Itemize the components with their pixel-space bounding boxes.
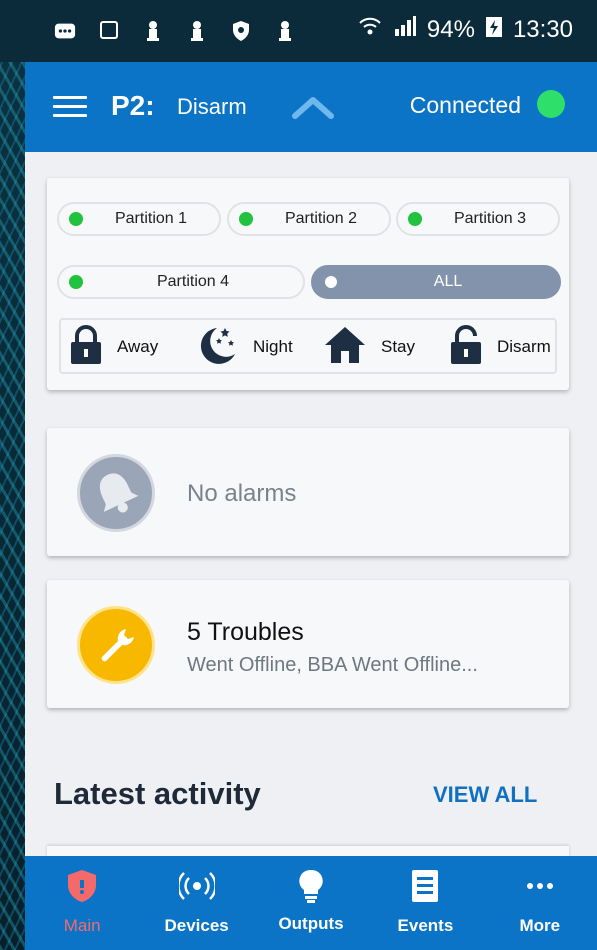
battery-icon bbox=[485, 14, 503, 45]
chevron-up-icon[interactable] bbox=[291, 92, 335, 120]
status-dot bbox=[69, 212, 83, 226]
view-all-link[interactable]: VIEW ALL bbox=[433, 782, 537, 808]
night-label: Night bbox=[253, 337, 293, 356]
connection-indicator bbox=[537, 90, 565, 118]
arm-mode-bar: Away Night Stay Disarm bbox=[59, 318, 557, 374]
devices-icon bbox=[176, 868, 217, 904]
nav-label: Events bbox=[397, 916, 454, 935]
all-partitions-button[interactable]: ALL bbox=[311, 265, 561, 299]
chess-icon bbox=[186, 20, 208, 42]
status-dot bbox=[69, 275, 83, 289]
partition-label: Partition 4 bbox=[156, 273, 230, 290]
more-icon bbox=[522, 868, 558, 904]
stay-button[interactable]: Stay bbox=[323, 324, 415, 370]
partition-2-button[interactable]: Partition 2 bbox=[227, 202, 391, 236]
nav-main[interactable]: Main bbox=[25, 856, 139, 950]
shield-icon bbox=[64, 868, 100, 904]
home-icon bbox=[323, 325, 367, 370]
nav-label: Outputs bbox=[278, 914, 344, 933]
partition-1-button[interactable]: Partition 1 bbox=[57, 202, 221, 236]
troubles-title: 5 Troubles bbox=[187, 618, 304, 646]
nav-more[interactable]: More bbox=[483, 856, 597, 950]
partition-3-button[interactable]: Partition 3 bbox=[396, 202, 560, 236]
disarm-button[interactable]: Disarm bbox=[449, 324, 551, 370]
partition-label: Partition 2 bbox=[284, 210, 358, 227]
latest-activity-heading: Latest activity bbox=[54, 776, 261, 811]
partition-card: Partition 1 Partition 2 Partition 3 Part… bbox=[47, 178, 569, 390]
status-bar: 94% 13:30 bbox=[0, 0, 597, 62]
nav-label: Main bbox=[63, 916, 101, 935]
partition-label: Partition 1 bbox=[114, 210, 188, 227]
partition-state: Disarm bbox=[177, 94, 247, 119]
status-dot bbox=[239, 212, 253, 226]
app-bar: P2: Disarm Connected bbox=[25, 62, 597, 152]
disarm-label: Disarm bbox=[497, 337, 551, 356]
list-icon bbox=[407, 868, 443, 904]
away-label: Away bbox=[117, 337, 159, 356]
bell-icon bbox=[77, 454, 155, 532]
night-button[interactable]: Night bbox=[195, 324, 293, 370]
partition-label: ALL bbox=[433, 273, 463, 290]
troubles-card[interactable]: 5 Troubles Went Offline, BBA Went Offlin… bbox=[47, 580, 569, 708]
clock: 13:30 bbox=[512, 15, 573, 43]
nav-label: Devices bbox=[164, 916, 229, 935]
moon-stars-icon bbox=[195, 324, 239, 371]
stay-label: Stay bbox=[381, 337, 416, 356]
menu-icon[interactable] bbox=[53, 96, 87, 118]
screen-icon bbox=[98, 20, 120, 42]
unlock-icon bbox=[449, 324, 483, 370]
signal-icon bbox=[393, 15, 417, 44]
troubles-detail: Went Offline, BBA Went Offline... bbox=[187, 654, 478, 676]
partition-title: P2: bbox=[111, 90, 155, 121]
status-dot bbox=[408, 212, 422, 226]
partition-label: Partition 3 bbox=[453, 210, 527, 227]
wifi-icon bbox=[357, 15, 383, 44]
connection-status: Connected bbox=[409, 92, 521, 118]
bulb-icon bbox=[293, 868, 329, 904]
nav-label: More bbox=[519, 916, 561, 935]
chess-icon bbox=[274, 20, 296, 42]
chess-icon bbox=[142, 20, 164, 42]
partition-4-button[interactable]: Partition 4 bbox=[57, 265, 305, 299]
wrench-icon bbox=[77, 606, 155, 684]
shield-status-icon bbox=[230, 20, 252, 42]
nav-outputs[interactable]: Outputs bbox=[254, 856, 368, 950]
alarms-card: No alarms bbox=[47, 428, 569, 556]
nav-devices[interactable]: Devices bbox=[139, 856, 253, 950]
away-button[interactable]: Away bbox=[69, 324, 158, 370]
bottom-nav: Main Devices Outputs Events More bbox=[25, 856, 597, 950]
status-dot bbox=[325, 276, 337, 288]
message-icon bbox=[54, 20, 76, 42]
battery-percent: 94% bbox=[426, 15, 475, 43]
alarms-text: No alarms bbox=[187, 480, 297, 507]
lock-icon bbox=[69, 324, 103, 370]
nav-events[interactable]: Events bbox=[368, 856, 482, 950]
